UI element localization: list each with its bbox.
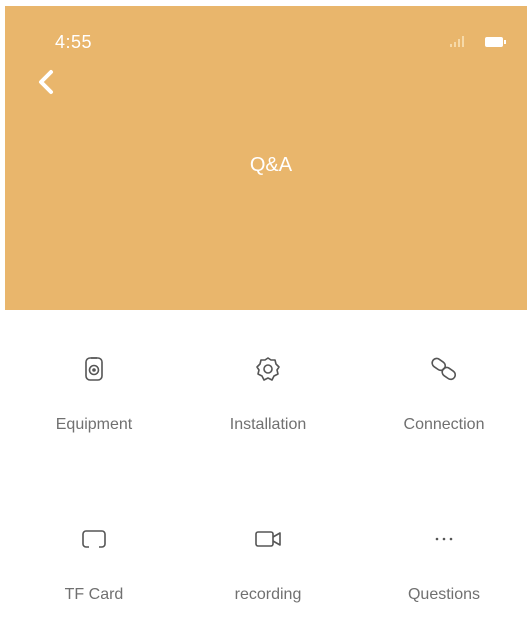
- signal-icon: [450, 36, 464, 47]
- battery-icon: [485, 37, 506, 47]
- grid-item-label: Installation: [229, 416, 307, 433]
- device-icon: [85, 357, 103, 381]
- status-icons: [450, 36, 506, 47]
- page-title: Q&A: [249, 154, 293, 176]
- grid-item-questions[interactable]: Questions: [364, 524, 524, 634]
- back-button[interactable]: [35, 68, 59, 100]
- grid-item-installation[interactable]: Installation: [188, 354, 348, 464]
- gear-icon: [256, 357, 280, 381]
- grid-item-equipment[interactable]: Equipment: [14, 354, 174, 464]
- card-icon: [82, 530, 106, 548]
- grid-item-label: Connection: [403, 416, 485, 433]
- grid-item-label: recording: [234, 586, 302, 603]
- link-icon: [431, 357, 457, 381]
- grid-item-label: Questions: [407, 586, 481, 603]
- status-time: 4:55: [55, 32, 93, 52]
- grid-item-label: TF Card: [64, 586, 124, 603]
- more-dots-icon: [435, 537, 453, 541]
- grid-item-tf-card[interactable]: TF Card: [14, 524, 174, 634]
- video-camera-icon: [255, 531, 281, 547]
- grid-item-recording[interactable]: recording: [188, 524, 348, 634]
- grid-item-connection[interactable]: Connection: [364, 354, 524, 464]
- chevron-left-icon: [39, 70, 53, 94]
- grid-item-label: Equipment: [55, 416, 133, 433]
- header-banner: 4:55 Q&A: [5, 6, 527, 310]
